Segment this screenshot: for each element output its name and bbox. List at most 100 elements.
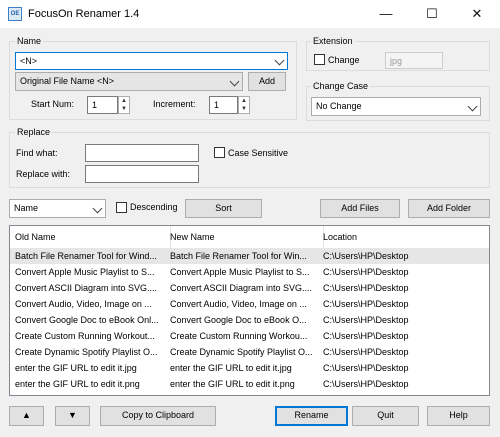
cell-location: C:\Users\HP\Desktop xyxy=(318,392,489,395)
quit-button[interactable]: Quit xyxy=(352,406,419,426)
cell-location: C:\Users\HP\Desktop xyxy=(323,379,409,389)
name-pattern-value: <N> xyxy=(20,56,38,66)
extension-change-checkbox[interactable] xyxy=(314,54,325,65)
column-header-new-name[interactable]: New Name xyxy=(165,226,324,248)
cell-old-name: Convert Audio, Video, Image on ... xyxy=(15,299,152,309)
stepper-down-icon[interactable]: ▼ xyxy=(119,105,129,113)
cell-location: C:\Users\HP\Desktop xyxy=(323,363,409,373)
name-pattern-input[interactable]: <N> xyxy=(15,52,288,70)
increment-input[interactable]: 1 xyxy=(209,96,238,114)
increment-stepper[interactable]: ▲ ▼ xyxy=(238,96,250,114)
stepper-up-icon[interactable]: ▲ xyxy=(239,97,249,105)
move-down-button[interactable]: ▼ xyxy=(55,406,90,426)
help-button[interactable]: Help xyxy=(427,406,490,426)
change-case-select[interactable]: No Change xyxy=(311,97,481,116)
file-list-row[interactable]: Convert Audio, Video, Image on ... Conver… xyxy=(10,296,489,312)
change-case-group-label: Change Case xyxy=(311,81,371,91)
file-list-row[interactable]: File Transfer App for iPhone.jpgFile Tra… xyxy=(10,392,489,395)
cell-location: C:\Users\HP\Desktop xyxy=(323,331,409,341)
sort-by-select[interactable]: Name xyxy=(9,199,106,218)
cell-new-name: Create Dynamic Spotify Playlist O... xyxy=(170,347,313,357)
cell-old-name: Convert Google Doc to eBook Onl... xyxy=(15,315,159,325)
cell-location: C:\Users\HP\Desktop xyxy=(323,299,409,309)
stepper-up-icon[interactable]: ▲ xyxy=(119,97,129,105)
window-title: FocusOn Renamer 1.4 xyxy=(28,8,140,20)
column-header-location[interactable]: Location xyxy=(318,226,489,248)
file-list-header: Old Name New Name Location xyxy=(10,226,489,248)
descending-checkbox[interactable] xyxy=(116,202,127,213)
find-what-label: Find what: xyxy=(16,148,58,158)
cell-old-name: Create Dynamic Spotify Playlist O... xyxy=(15,347,158,357)
cell-new-name: Convert Google Doc to eBook O... xyxy=(170,315,307,325)
sort-by-value: Name xyxy=(14,203,39,213)
replace-group xyxy=(9,132,490,188)
cell-old-name: enter the GIF URL to edit it.png xyxy=(15,379,140,389)
cell-location: C:\Users\HP\Desktop xyxy=(323,267,409,277)
cell-new-name: enter the GIF URL to edit it.jpg xyxy=(170,363,292,373)
arrow-down-icon: ▼ xyxy=(68,410,77,420)
replace-group-label: Replace xyxy=(15,127,53,137)
file-list-row[interactable]: Convert ASCII Diagram into SVG.... Conver… xyxy=(10,280,489,296)
replace-with-label: Replace with: xyxy=(16,169,71,179)
move-up-button[interactable]: ▲ xyxy=(9,406,44,426)
minimize-button[interactable]: — xyxy=(363,0,409,28)
add-folder-button[interactable]: Add Folder xyxy=(408,199,490,218)
descending-label: Descending xyxy=(130,202,178,212)
title-bar: OE FocusOn Renamer 1.4 — ☐ ✕ xyxy=(0,0,500,28)
cell-new-name: Create Custom Running Workou... xyxy=(170,331,308,341)
column-header-old-name[interactable]: Old Name xyxy=(10,226,171,248)
chevron-down-icon xyxy=(467,101,478,112)
close-button[interactable]: ✕ xyxy=(454,0,500,28)
copy-to-clipboard-button[interactable]: Copy to Clipboard xyxy=(100,406,216,426)
file-list-row[interactable]: Convert Google Doc to eBook Onl... Conver… xyxy=(10,312,489,328)
replace-with-input[interactable] xyxy=(85,165,199,183)
cell-location: C:\Users\HP\Desktop xyxy=(323,347,409,357)
cell-old-name: Batch File Renamer Tool for Wind... xyxy=(15,251,157,261)
case-sensitive-label: Case Sensitive xyxy=(228,148,289,158)
maximize-button[interactable]: ☐ xyxy=(409,0,455,28)
chevron-down-icon[interactable] xyxy=(274,55,285,66)
cell-new-name: enter the GIF URL to edit it.png xyxy=(170,379,295,389)
chevron-down-icon xyxy=(229,76,240,87)
sort-button[interactable]: Sort xyxy=(185,199,262,218)
start-num-stepper[interactable]: ▲ ▼ xyxy=(118,96,130,114)
add-token-button[interactable]: Add xyxy=(248,72,286,91)
find-what-input[interactable] xyxy=(85,144,199,162)
cell-new-name: Batch File Renamer Tool for Win... xyxy=(170,251,307,261)
case-sensitive-checkbox[interactable] xyxy=(214,147,225,158)
cell-location: C:\Users\HP\Desktop xyxy=(323,283,409,293)
file-list-row[interactable]: enter the GIF URL to edit it.jpg enter th… xyxy=(10,360,489,376)
cell-new-name: File Transfer App for iPhone.jpg xyxy=(165,392,321,395)
cell-old-name: Create Custom Running Workout... xyxy=(15,331,155,341)
file-list-row[interactable]: Batch File Renamer Tool for Wind... Batch… xyxy=(10,248,489,264)
start-num-label: Start Num: xyxy=(31,99,75,109)
file-list-row[interactable]: Create Dynamic Spotify Playlist O... Crea… xyxy=(10,344,489,360)
cell-old-name: File Transfer App for iPhone.jpg xyxy=(10,392,168,395)
file-list-row[interactable]: Create Custom Running Workout... Create C… xyxy=(10,328,489,344)
arrow-up-icon: ▲ xyxy=(22,410,31,420)
cell-new-name: Convert ASCII Diagram into SVG.... xyxy=(170,283,313,293)
cell-old-name: Convert Apple Music Playlist to S... xyxy=(15,267,155,277)
cell-location: C:\Users\HP\Desktop xyxy=(323,315,409,325)
file-list[interactable]: Old Name New Name Location Batch File Re… xyxy=(9,225,490,396)
rename-button[interactable]: Rename xyxy=(275,406,348,426)
file-list-row[interactable]: enter the GIF URL to edit it.png enter th… xyxy=(10,376,489,392)
cell-old-name: Convert ASCII Diagram into SVG.... xyxy=(15,283,158,293)
cell-new-name: Convert Apple Music Playlist to S... xyxy=(170,267,310,277)
app-icon: OE xyxy=(8,7,22,21)
start-num-input[interactable]: 1 xyxy=(87,96,118,114)
stepper-down-icon[interactable]: ▼ xyxy=(239,105,249,113)
extension-change-label: Change xyxy=(328,55,360,65)
cell-old-name: enter the GIF URL to edit it.jpg xyxy=(15,363,137,373)
insert-token-value: Original File Name <N> xyxy=(20,76,115,86)
cell-new-name: Convert Audio, Video, Image on ... xyxy=(170,299,307,309)
increment-label: Increment: xyxy=(153,99,196,109)
file-list-row[interactable]: Convert Apple Music Playlist to S... Conv… xyxy=(10,264,489,280)
insert-token-select[interactable]: Original File Name <N> xyxy=(15,72,243,91)
extension-group-label: Extension xyxy=(311,36,355,46)
name-group-label: Name xyxy=(15,36,44,46)
change-case-value: No Change xyxy=(316,101,362,111)
add-files-button[interactable]: Add Files xyxy=(320,199,400,218)
chevron-down-icon xyxy=(92,203,103,214)
extension-input[interactable]: jpg xyxy=(385,52,443,69)
